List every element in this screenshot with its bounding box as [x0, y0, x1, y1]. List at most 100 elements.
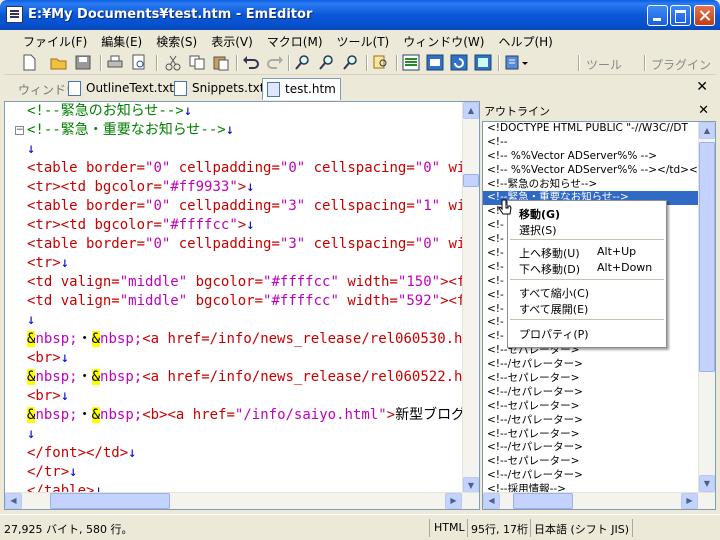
menu-view[interactable]: 表示(V) — [204, 30, 260, 50]
outline-horizontal-scrollbar[interactable]: ◀ ▶ — [483, 492, 715, 509]
close-button[interactable] — [694, 5, 715, 26]
close-outline-icon[interactable]: ✕ — [698, 103, 709, 118]
tab-test-htm[interactable]: test.htm — [262, 78, 341, 100]
code-line[interactable]: ↓ — [27, 425, 466, 444]
app-icon[interactable] — [6, 6, 23, 23]
find-icon[interactable] — [294, 54, 312, 71]
outline-item[interactable]: <!--セパレーター> — [483, 428, 715, 442]
plugins-toolbar-label[interactable]: プラグイン — [651, 56, 711, 73]
scroll-right-icon[interactable]: ▶ — [681, 493, 698, 509]
outline-item[interactable]: <!--/セパレーター> — [483, 414, 715, 428]
outline-item[interactable]: <!DOCTYPE HTML PUBLIC "-//W3C//DT — [483, 122, 715, 136]
code-line[interactable]: ↓ — [27, 311, 466, 330]
code-line[interactable]: <!--緊急のお知らせ-->↓ — [27, 102, 466, 121]
outline-item[interactable]: <!--セパレーター> — [483, 455, 715, 469]
open-folder-icon[interactable] — [50, 54, 68, 71]
scroll-left-icon[interactable]: ◀ — [483, 493, 500, 509]
chevron-down-icon[interactable] — [520, 54, 530, 71]
tab-snippets[interactable]: Snippets.txt — [170, 78, 268, 100]
scroll-left-icon[interactable]: ◀ — [5, 493, 22, 509]
code-line[interactable]: </font></td>↓ — [27, 444, 466, 463]
code-line[interactable]: <table border="0" cellpadding="0" cellsp… — [27, 159, 466, 178]
maximize-button[interactable] — [670, 5, 691, 26]
save-icon[interactable] — [74, 54, 92, 71]
tools-toolbar-label[interactable]: ツール — [586, 56, 622, 73]
menu-item-collapse-all[interactable]: すべて縮小(C) — [519, 285, 589, 301]
code-area[interactable]: <!--緊急のお知らせ-->↓ <!--緊急・重要なお知らせ-->↓ ↓ <table… — [27, 102, 466, 494]
scroll-thumb[interactable] — [699, 142, 715, 372]
code-line[interactable]: <td valign="middle" bgcolor="#ffffcc" wi… — [27, 292, 466, 311]
code-line[interactable]: <table border="0" cellpadding="3" cellsp… — [27, 197, 466, 216]
menu-file[interactable]: ファイル(F) — [16, 30, 94, 50]
view-icon[interactable] — [474, 54, 492, 71]
refresh-icon[interactable] — [450, 54, 468, 71]
menu-search[interactable]: 検索(S) — [149, 30, 204, 50]
outline-item[interactable]: <!--/セパレーター> — [483, 441, 715, 455]
menu-edit[interactable]: 編集(E) — [94, 30, 149, 50]
menu-item-expand-all[interactable]: すべて展開(E) — [519, 301, 588, 317]
new-file-icon[interactable] — [20, 54, 38, 71]
menu-window[interactable]: ウィンドウ(W) — [396, 30, 491, 50]
menu-item-move[interactable]: 移動(G) — [519, 206, 560, 222]
scroll-thumb[interactable] — [463, 174, 479, 187]
code-line[interactable]: &nbsp;・&nbsp;<a href=/info/news_release/… — [27, 368, 466, 387]
code-line[interactable]: <tr><td bgcolor="#ffffcc">↓ — [27, 216, 466, 235]
code-line[interactable]: <tr><td bgcolor="#ff9933">↓ — [27, 178, 466, 197]
fold-toggle-icon[interactable]: − — [15, 126, 24, 135]
scroll-thumb[interactable] — [50, 493, 170, 509]
menu-item-select[interactable]: 選択(S) — [519, 222, 557, 238]
close-tab-icon[interactable]: ✕ — [696, 79, 708, 95]
undo-icon[interactable] — [242, 54, 260, 71]
copy-icon[interactable] — [188, 54, 206, 71]
menu-item-move-down[interactable]: 下へ移動(D) — [519, 261, 580, 277]
find-next-icon[interactable] — [318, 54, 336, 71]
scroll-down-icon[interactable]: ▼ — [699, 475, 715, 492]
print-icon[interactable] — [106, 54, 124, 71]
editor-pane[interactable]: − <!--緊急のお知らせ-->↓ <!--緊急・重要なお知らせ-->↓ ↓ <tab… — [4, 101, 480, 510]
code-line[interactable]: <!--緊急・重要なお知らせ-->↓ — [27, 121, 466, 140]
editor-horizontal-scrollbar[interactable]: ◀ ▶ — [5, 492, 479, 509]
outline-item[interactable]: <!--/セパレーター> — [483, 386, 715, 400]
find-previous-icon[interactable] — [342, 54, 360, 71]
scroll-up-icon[interactable]: ▲ — [463, 102, 479, 119]
outline-item[interactable]: <!-- %%Vector ADServer%% --></td></tr> — [483, 164, 715, 178]
code-line[interactable]: <td valign="middle" bgcolor="#ffffcc" wi… — [27, 273, 466, 292]
code-line[interactable]: &nbsp;・&nbsp;<a href=/info/news_release/… — [27, 330, 466, 349]
menu-macro[interactable]: マクロ(M) — [260, 30, 330, 50]
outline-item[interactable]: <!-- %%Vector ADServer%% --> — [483, 150, 715, 164]
code-line[interactable]: &nbsp;・&nbsp;<b><a href="/info/saiyo.htm… — [27, 406, 466, 425]
code-line[interactable]: <br>↓ — [27, 387, 466, 406]
paste-icon[interactable] — [212, 54, 230, 71]
find-in-files-icon[interactable] — [372, 54, 390, 71]
minimize-button[interactable] — [647, 5, 668, 26]
outline-item[interactable]: <!--セパレーター> — [483, 372, 715, 386]
outline-item[interactable]: <!--緊急のお知らせ--> — [483, 178, 715, 192]
editor-vertical-scrollbar[interactable]: ▲ ▼ — [462, 102, 479, 494]
window-tile-icon[interactable] — [402, 54, 420, 71]
menu-help[interactable]: ヘルプ(H) — [491, 30, 559, 50]
menu-tools[interactable]: ツール(T) — [330, 30, 397, 50]
outline-item[interactable]: <!--/セパレーター> — [483, 358, 715, 372]
html-document-icon — [267, 82, 280, 97]
redo-icon[interactable] — [266, 54, 284, 71]
tab-outlinetext[interactable]: OutlineText.txt — [64, 78, 178, 100]
code-line[interactable]: <br>↓ — [27, 349, 466, 368]
code-line[interactable]: ↓ — [27, 140, 466, 159]
code-line[interactable]: <table border="0" cellpadding="3" cellsp… — [27, 235, 466, 254]
status-mode[interactable]: HTML — [434, 519, 465, 537]
cut-icon[interactable] — [164, 54, 182, 71]
outline-item[interactable]: <!--/セパレーター> — [483, 469, 715, 483]
menu-item-move-up[interactable]: 上へ移動(U) — [519, 245, 580, 261]
print-preview-icon[interactable] — [130, 54, 148, 71]
menu-item-properties[interactable]: プロパティ(P) — [519, 326, 589, 342]
outline-item[interactable]: <!-- — [483, 136, 715, 150]
scroll-right-icon[interactable]: ▶ — [445, 493, 462, 509]
window-cascade-icon[interactable] — [426, 54, 444, 71]
code-line[interactable]: </tr>↓ — [27, 463, 466, 482]
outline-item[interactable]: <!--セパレーター> — [483, 400, 715, 414]
scroll-thumb[interactable] — [513, 493, 573, 509]
scroll-up-icon[interactable]: ▲ — [699, 122, 715, 139]
outline-vertical-scrollbar[interactable]: ▲ ▼ — [698, 122, 715, 492]
code-line[interactable]: <tr>↓ — [27, 254, 466, 273]
status-encoding[interactable]: 日本語 (シフト JIS) — [534, 519, 629, 537]
